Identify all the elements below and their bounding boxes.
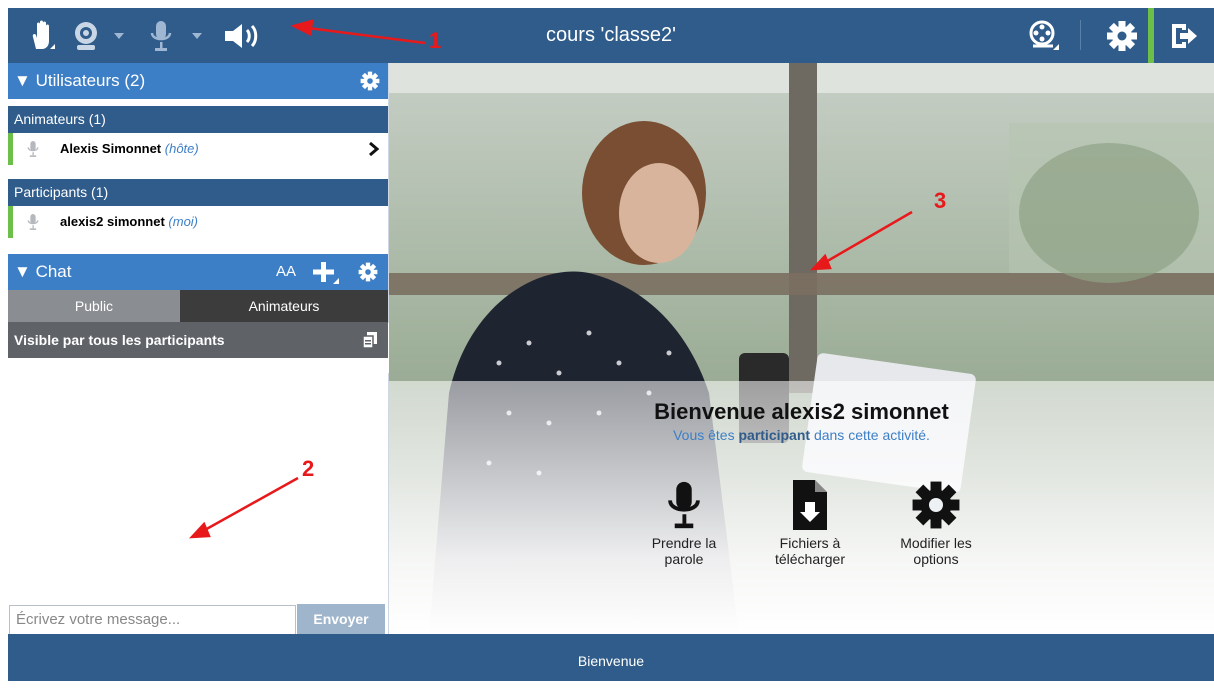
annotation-arrow-1 bbox=[307, 26, 426, 45]
annotation-arrows bbox=[188, 19, 913, 539]
annotation-arrow-3 bbox=[823, 210, 913, 265]
annotation-arrowhead-2 bbox=[188, 521, 211, 539]
annotation-arrowhead-1 bbox=[290, 19, 314, 36]
annotation-arrowhead-3 bbox=[809, 253, 832, 271]
annotation-label-3: 3 bbox=[934, 188, 947, 213]
annotation-arrow-2 bbox=[202, 476, 299, 533]
annotation-label-1: 1 bbox=[429, 28, 442, 53]
annotation-label-2: 2 bbox=[302, 456, 315, 481]
